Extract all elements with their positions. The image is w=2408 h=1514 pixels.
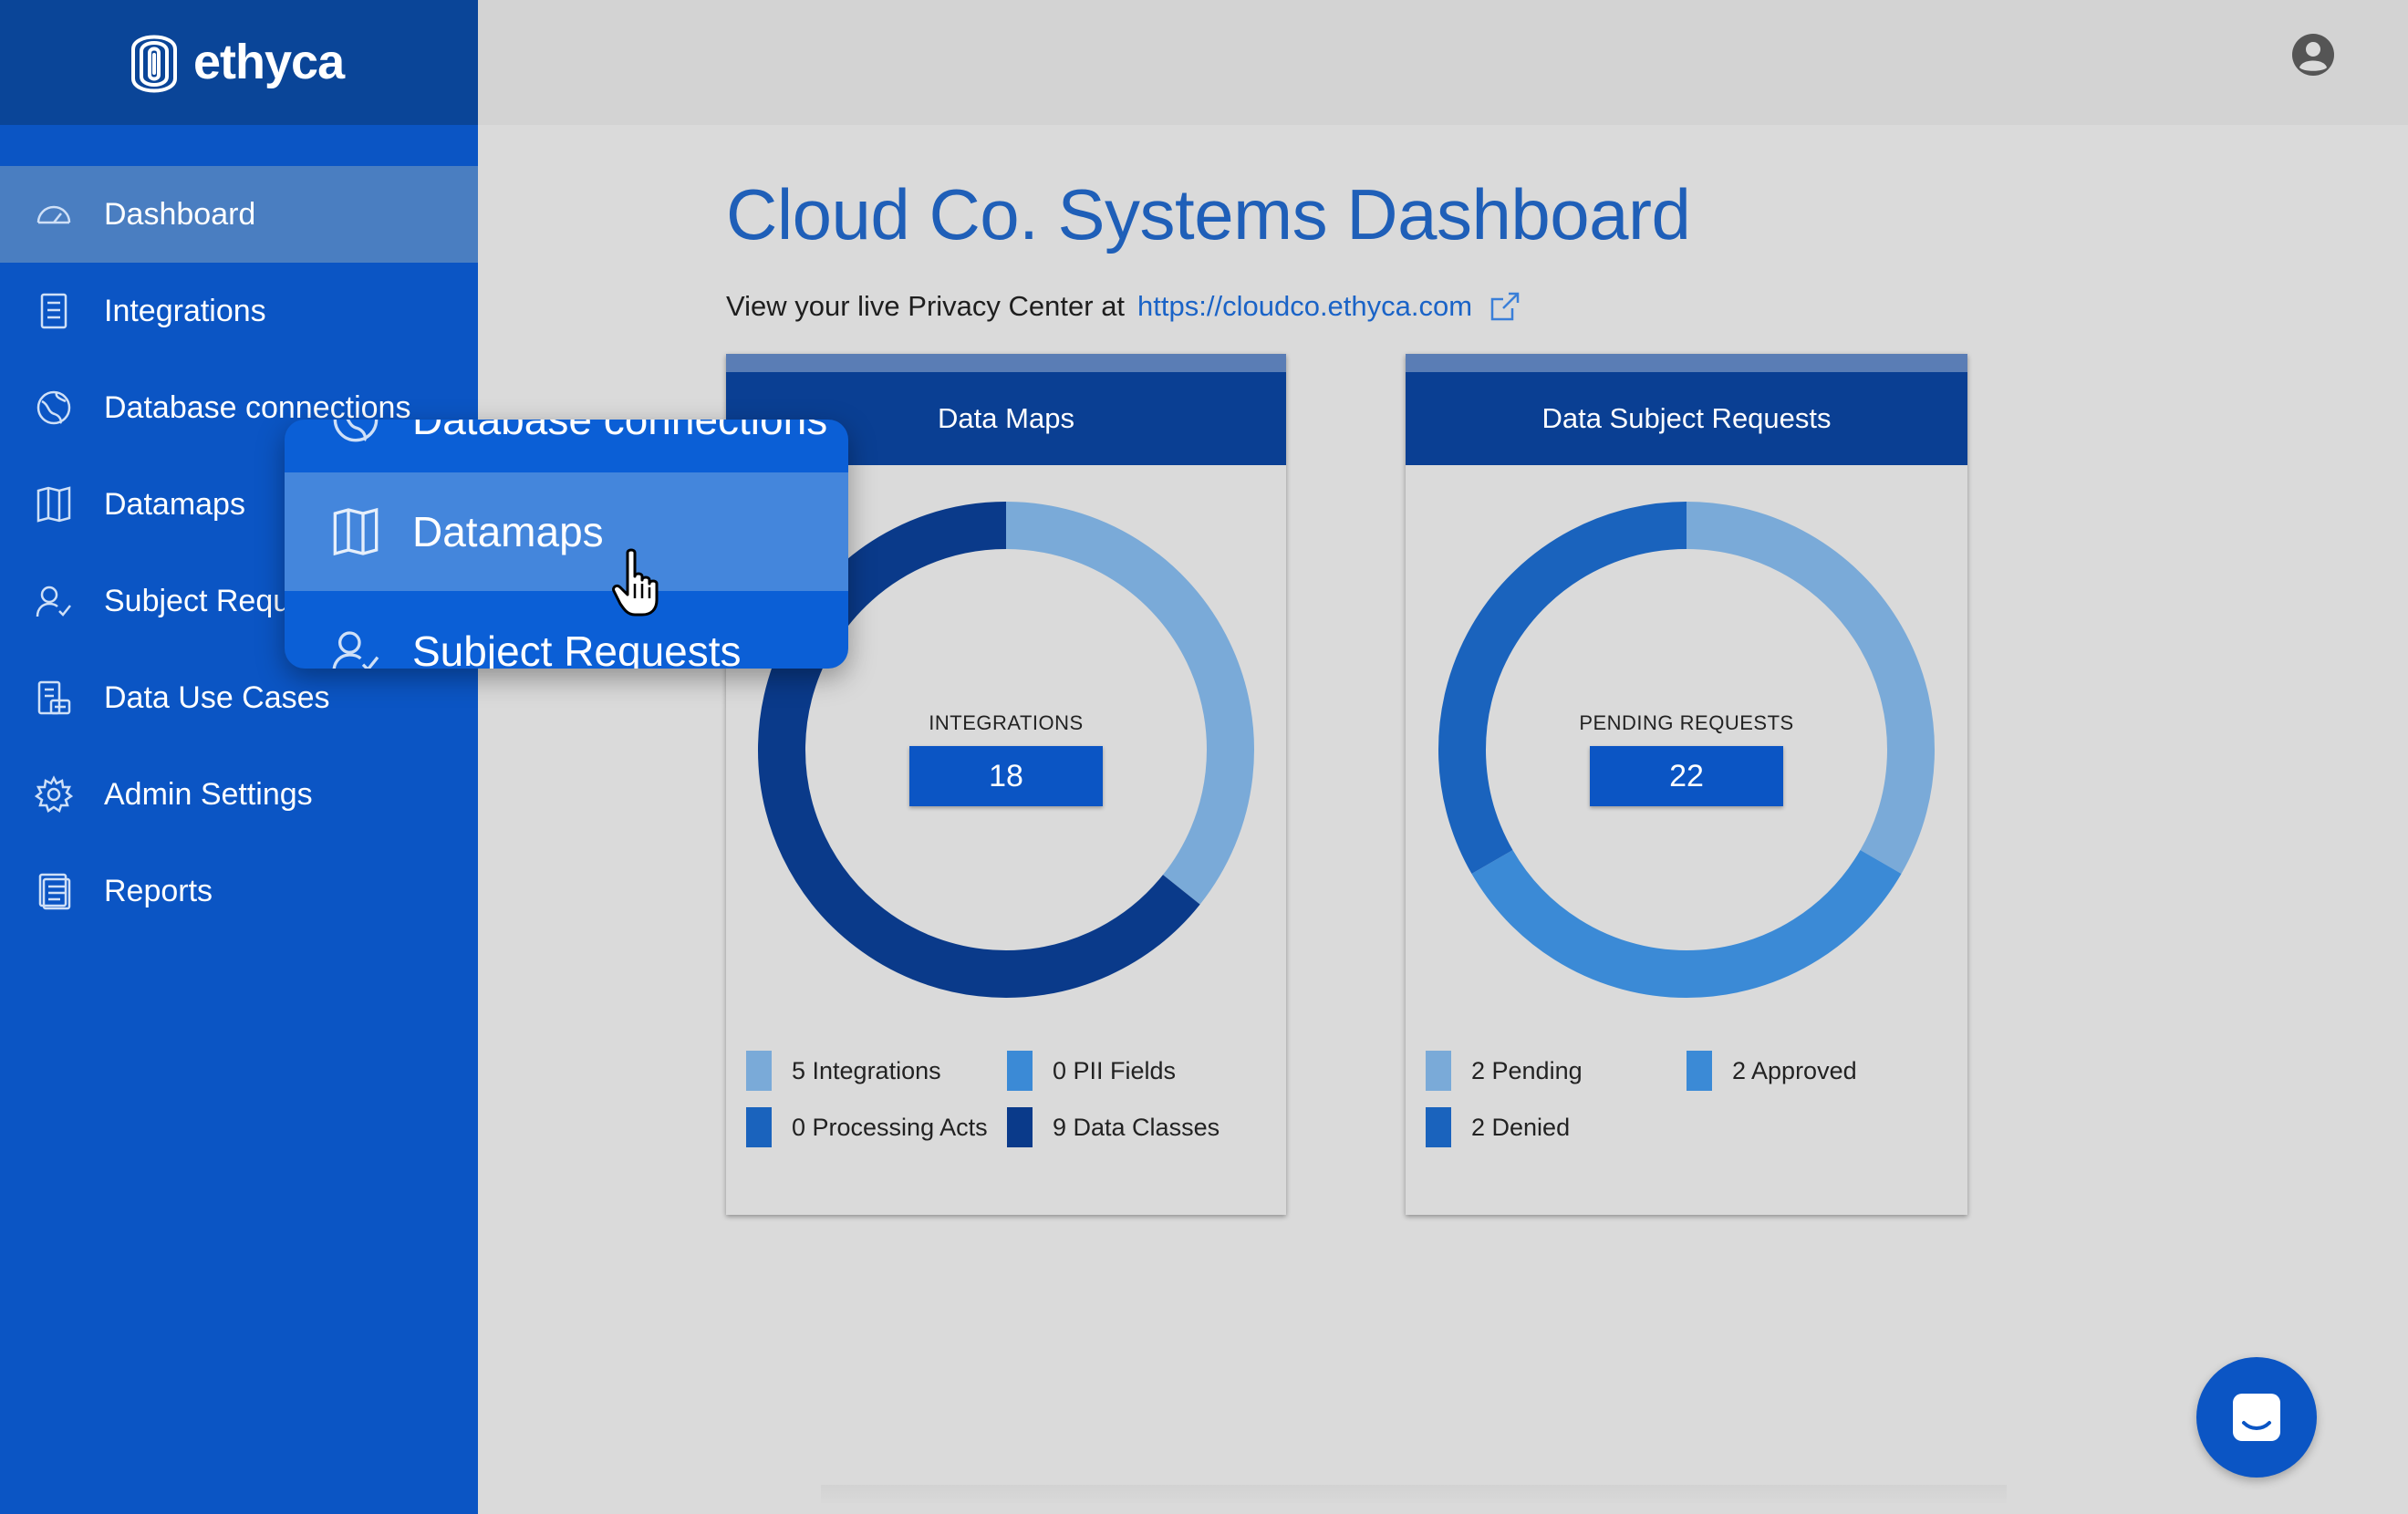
legend-item: 2 Approved	[1687, 1051, 1958, 1091]
legend-label: 2 Approved	[1732, 1056, 1857, 1084]
legend-label: 9 Data Classes	[1053, 1113, 1220, 1141]
legend-swatch	[1687, 1051, 1712, 1091]
sidebar-item-label: Datamaps	[104, 486, 245, 522]
hand-pointer-icon	[612, 548, 659, 617]
map-icon	[35, 485, 73, 524]
sidebar-item-label: Admin Settings	[104, 776, 313, 812]
legend-swatch	[1426, 1107, 1451, 1147]
top-bar	[478, 0, 2408, 125]
legend-swatch	[1007, 1107, 1033, 1147]
page-title: Cloud Co. Systems Dashboard	[726, 174, 1691, 254]
donut-center-label: INTEGRATIONS	[929, 711, 1084, 734]
sidebar-item-label: Integrations	[104, 293, 266, 328]
legend-label: 5 Integrations	[792, 1056, 941, 1084]
brand-logo[interactable]: ethyca	[126, 22, 345, 102]
donut-center-label: PENDING REQUESTS	[1579, 711, 1794, 734]
user-check-icon	[330, 626, 381, 669]
legend-swatch	[1007, 1051, 1033, 1091]
card-title: Data Subject Requests	[1406, 372, 1967, 465]
donut-slice-pending	[1686, 502, 1935, 874]
legend-item: 5 Integrations	[746, 1051, 1007, 1091]
privacy-center-line: View your live Privacy Center at https:/…	[726, 290, 1521, 323]
sidebar-item-admin-settings[interactable]: Admin Settings	[0, 746, 478, 843]
popup-item-label: Datamaps	[412, 508, 604, 555]
report-icon	[35, 872, 73, 910]
legend-label: 2 Pending	[1471, 1056, 1583, 1084]
globe-icon	[35, 389, 73, 427]
chat-icon	[2233, 1394, 2280, 1441]
legend-swatch	[746, 1051, 772, 1091]
legend-item: 0 Processing Acts	[746, 1107, 1007, 1147]
donut-center-value: 22	[1590, 746, 1783, 806]
card-accent	[726, 354, 1286, 372]
sidebar-item-label: Data Use Cases	[104, 679, 330, 715]
user-circle-icon[interactable]	[2291, 33, 2335, 77]
nav-zoom-popup: Database connections Datamaps Subject Re…	[285, 420, 848, 669]
sidebar-item-dashboard[interactable]: Dashboard	[0, 166, 478, 263]
chart-legend: 5 Integrations 0 PII Fields 0 Processing…	[746, 1051, 1277, 1147]
globe-icon	[330, 420, 381, 445]
legend-item: 0 PII Fields	[1007, 1051, 1277, 1091]
chat-launcher-button[interactable]	[2196, 1357, 2317, 1478]
privacy-center-text: View your live Privacy Center at	[726, 290, 1126, 322]
card-accent	[1406, 354, 1967, 372]
legend-item: 2 Denied	[1426, 1107, 1687, 1147]
legend-label: 0 PII Fields	[1053, 1056, 1177, 1084]
speedometer-icon	[35, 195, 73, 233]
document-list-icon	[35, 292, 73, 330]
legend-item: 9 Data Classes	[1007, 1107, 1277, 1147]
legend-swatch	[746, 1107, 772, 1147]
user-check-icon	[35, 582, 73, 620]
sidebar-item-label: Dashboard	[104, 196, 256, 232]
sidebar-item-integrations[interactable]: Integrations	[0, 263, 478, 359]
sidebar: ethyca Dashboard Integrations Database c…	[0, 0, 478, 1514]
donut-slice-approved	[1471, 849, 1902, 998]
dsr-card: Data Subject Requests PENDING REQUESTS 2…	[1406, 354, 1967, 1215]
donut-center-value: 18	[909, 746, 1103, 806]
legend-label: 2 Denied	[1471, 1113, 1571, 1141]
chart-legend: 2 Pending 2 Approved 2 Denied	[1426, 1051, 1958, 1147]
sidebar-item-label: Reports	[104, 873, 213, 908]
donut-slice-integrations	[1005, 502, 1254, 905]
popup-item-database-connections[interactable]: Database connections	[285, 420, 848, 467]
sidebar-item-reports[interactable]: Reports	[0, 843, 478, 939]
brand-name: ethyca	[193, 35, 345, 89]
popup-item-datamaps[interactable]: Datamaps	[285, 472, 848, 591]
logo-bar: ethyca	[0, 0, 478, 125]
popup-item-label: Database connections	[412, 420, 828, 443]
popup-item-subject-requests[interactable]: Subject Requests	[285, 596, 848, 669]
map-icon	[330, 506, 381, 557]
external-link-icon[interactable]	[1489, 290, 1521, 323]
gear-icon	[35, 775, 73, 814]
legend-label: 0 Processing Acts	[792, 1113, 988, 1141]
privacy-center-link[interactable]: https://cloudco.ethyca.com	[1137, 290, 1472, 323]
data-usecase-icon	[35, 679, 73, 717]
popup-item-label: Subject Requests	[412, 627, 742, 669]
donut-slice-denied	[1438, 502, 1687, 874]
bottom-shadow	[821, 1485, 2007, 1503]
legend-swatch	[1426, 1051, 1451, 1091]
fingerprint-icon	[131, 35, 177, 93]
legend-item: 2 Pending	[1426, 1051, 1687, 1091]
